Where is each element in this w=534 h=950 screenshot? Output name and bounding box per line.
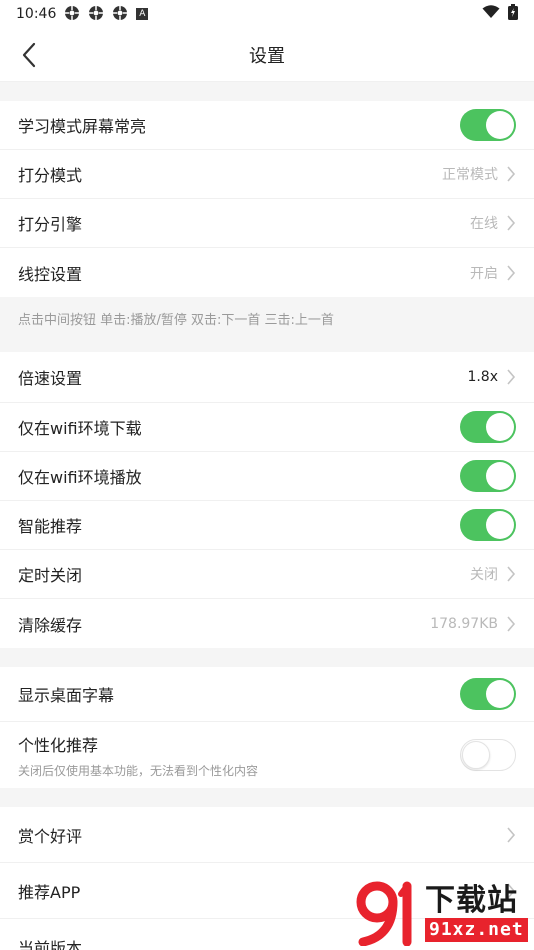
back-arrow-icon (22, 42, 36, 68)
setting-row-score-mode[interactable]: 打分模式 正常模式 (0, 150, 534, 199)
setting-row-clear-cache[interactable]: 清除缓存 178.97KB (0, 599, 534, 648)
chevron-right-icon (507, 826, 516, 843)
smart-recommend-toggle[interactable] (460, 509, 516, 541)
app-notification-icon (64, 5, 80, 24)
battery-icon (508, 4, 518, 24)
setting-row-wifi-download: 仅在wifi环境下载 (0, 403, 534, 452)
setting-value: 正常模式 (442, 167, 498, 183)
setting-value: 178.97KB (430, 615, 498, 632)
toggle-knob (486, 680, 514, 708)
setting-row-timer-close[interactable]: 定时关闭 关闭 (0, 550, 534, 599)
chevron-right-icon (507, 215, 516, 231)
setting-label: 智能推荐 (18, 517, 83, 536)
setting-row-desktop-subtitle: 显示桌面字幕 (0, 667, 534, 722)
watermark-cn-text: 下载站 (425, 883, 518, 918)
app-notification-icon (88, 5, 104, 24)
watermark: 下载站 91xz.net (355, 880, 530, 946)
setting-value: 关闭 (470, 567, 498, 583)
notification-a-icon: A (136, 8, 149, 20)
personalized-recommend-toggle[interactable] (460, 739, 516, 771)
nav-bar: 设置 (0, 28, 534, 82)
section-gap (0, 82, 534, 101)
section-gap (0, 788, 534, 807)
toggle-knob (486, 111, 514, 139)
setting-label: 推荐APP (18, 882, 81, 902)
section-gap (0, 648, 534, 667)
setting-label: 定时关闭 (18, 566, 83, 585)
setting-label: 赏个好评 (18, 826, 83, 846)
setting-label: 个性化推荐 (18, 735, 99, 755)
chevron-right-icon (507, 566, 516, 582)
wifi-icon (482, 5, 500, 23)
setting-label: 显示桌面字幕 (18, 686, 115, 705)
toggle-knob (486, 413, 514, 441)
watermark-logo-icon (356, 881, 412, 946)
chevron-right-icon (507, 615, 516, 632)
setting-label: 仅在wifi环境下载 (18, 419, 142, 438)
setting-row-personalized-recommend: 个性化推荐 关闭后仅使用基本功能，无法看到个性化内容 (0, 722, 534, 788)
setting-row-wifi-play: 仅在wifi环境播放 (0, 452, 534, 501)
setting-label: 仅在wifi环境播放 (18, 468, 142, 487)
setting-value: 在线 (470, 216, 498, 232)
setting-label: 倍速设置 (18, 369, 83, 388)
wifi-play-toggle[interactable] (460, 460, 516, 492)
status-time: 10:46 (16, 6, 57, 22)
setting-value: 开启 (470, 265, 498, 282)
setting-row-wire-control[interactable]: 线控设置 开启 (0, 248, 534, 297)
setting-sublabel: 关闭后仅使用基本功能，无法看到个性化内容 (18, 763, 259, 778)
setting-label: 线控设置 (18, 264, 83, 284)
toggle-knob (486, 462, 514, 490)
chevron-right-icon (507, 166, 516, 182)
setting-label: 清除缓存 (18, 615, 83, 635)
setting-label: 打分模式 (18, 166, 83, 185)
app-notification-icon (112, 5, 128, 24)
wire-control-hint: 点击中间按钮 单击:播放/暂停 双击:下一首 三击:上一首 (0, 297, 534, 352)
toggle-knob (462, 741, 490, 769)
watermark-url-text: 91xz.net (425, 918, 528, 942)
wifi-download-toggle[interactable] (460, 411, 516, 443)
setting-row-rate-app[interactable]: 赏个好评 (0, 807, 534, 863)
screen-on-toggle[interactable] (460, 109, 516, 141)
setting-row-smart-recommend: 智能推荐 (0, 501, 534, 550)
setting-row-screen-on: 学习模式屏幕常亮 (0, 101, 534, 150)
setting-value: 1.8x (467, 369, 498, 385)
setting-label: 当前版本 (18, 938, 83, 950)
chevron-right-icon (507, 369, 516, 385)
chevron-right-icon (507, 264, 516, 281)
notification-a-label: A (139, 8, 146, 19)
setting-row-score-engine[interactable]: 打分引擎 在线 (0, 199, 534, 248)
desktop-subtitle-toggle[interactable] (460, 678, 516, 710)
toggle-knob (486, 511, 514, 539)
setting-label: 打分引擎 (18, 215, 83, 234)
setting-label: 学习模式屏幕常亮 (18, 117, 147, 136)
page-title: 设置 (249, 45, 285, 67)
setting-row-speed[interactable]: 倍速设置 1.8x (0, 352, 534, 403)
back-button[interactable] (14, 40, 44, 70)
status-bar: 10:46 A (0, 0, 534, 28)
